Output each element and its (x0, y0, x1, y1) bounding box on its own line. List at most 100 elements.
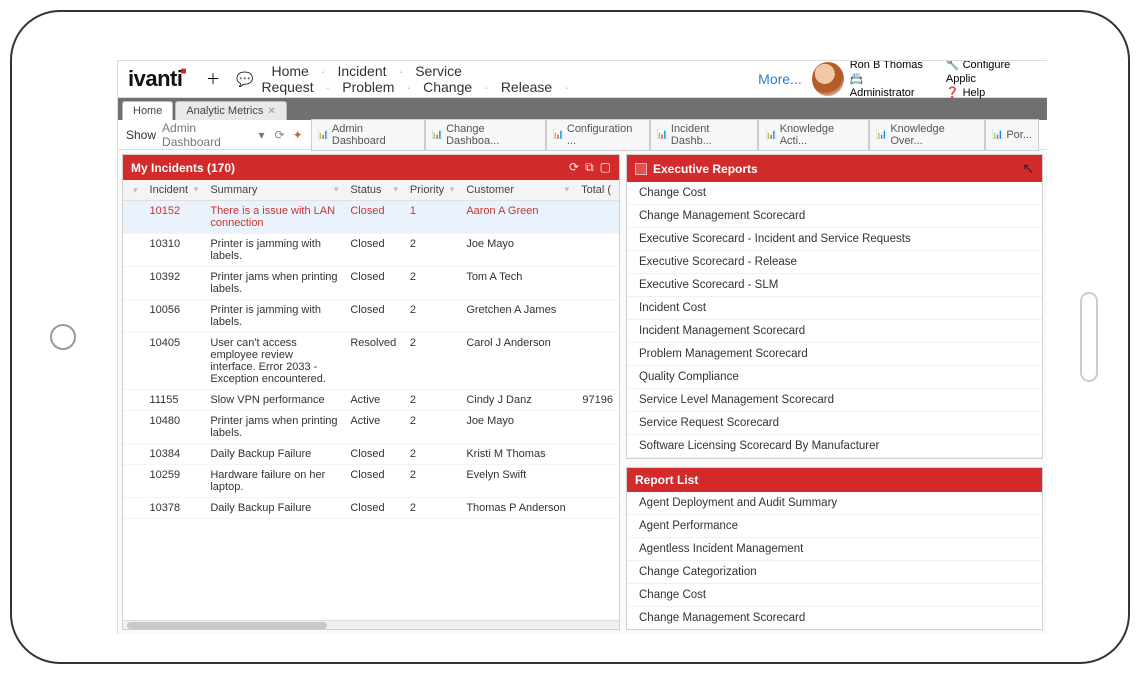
cell-summary[interactable]: Daily Backup Failure (204, 444, 344, 465)
cell-summary[interactable]: Printer is jamming with labels. (204, 234, 344, 267)
dashboard-tab[interactable]: Knowledge Acti... (758, 119, 869, 151)
help-link[interactable]: Help (946, 86, 1037, 100)
cell-summary[interactable]: Slow VPN performance (204, 390, 344, 411)
exec-report-link[interactable]: Service Level Management Scorecard (627, 389, 1042, 412)
incidents-table-body[interactable]: ▾ Incident▾ Summary▾ Status▾ Priority▾ C… (123, 180, 619, 620)
popout-icon[interactable]: ⧉ (585, 160, 594, 175)
table-row[interactable]: 10310Printer is jamming with labels.Clos… (123, 234, 619, 267)
exec-report-link[interactable]: Change Management Scorecard (627, 205, 1042, 228)
dashboard-selector[interactable]: Admin Dashboard (162, 121, 256, 149)
table-row[interactable]: 10152There is a issue with LAN connectio… (123, 201, 619, 234)
exec-report-link[interactable]: Executive Scorecard - SLM (627, 274, 1042, 297)
cell-customer[interactable]: Kristi M Thomas (460, 444, 575, 465)
subtab-home[interactable]: Home (122, 101, 173, 120)
table-row[interactable]: 11155Slow VPN performanceActive2Cindy J … (123, 390, 619, 411)
table-row[interactable]: 10378Daily Backup FailureClosed2Thomas P… (123, 498, 619, 519)
plus-icon[interactable]: ✦ (293, 128, 303, 142)
col-total[interactable]: Total ( (575, 180, 619, 201)
col-priority[interactable]: Priority▾ (404, 180, 460, 201)
col-incident[interactable]: Incident▾ (144, 180, 205, 201)
cell-summary[interactable]: Printer jams when printing labels. (204, 267, 344, 300)
nav-problem[interactable]: Problem (332, 79, 404, 95)
table-row[interactable]: 10056Printer is jamming with labels.Clos… (123, 300, 619, 333)
nav-change[interactable]: Change (413, 79, 482, 95)
cell-customer[interactable]: Gretchen A James (460, 300, 575, 333)
exec-report-link[interactable]: Executive Scorecard - Release (627, 251, 1042, 274)
table-row[interactable]: 10384Daily Backup FailureClosed2Kristi M… (123, 444, 619, 465)
exec-report-link[interactable]: Problem Management Scorecard (627, 343, 1042, 366)
cell-customer[interactable]: Joe Mayo (460, 411, 575, 444)
refresh-icon[interactable]: ⟳ (569, 160, 579, 175)
cell-incident[interactable]: 10480 (144, 411, 205, 444)
exec-report-link[interactable]: Executive Scorecard - Incident and Servi… (627, 228, 1042, 251)
cell-incident[interactable]: 10384 (144, 444, 205, 465)
cell-incident[interactable]: 10259 (144, 465, 205, 498)
cell-summary[interactable]: There is a issue with LAN connection (204, 201, 344, 234)
user-role[interactable]: Administrator (850, 72, 926, 100)
table-row[interactable]: 10259Hardware failure on her laptop.Clos… (123, 465, 619, 498)
table-row[interactable]: 10405User can't access employee review i… (123, 333, 619, 390)
report-link[interactable]: Change Cost (627, 584, 1042, 607)
cell-customer[interactable]: Joe Mayo (460, 234, 575, 267)
scrollbar-thumb[interactable] (127, 622, 327, 629)
cell-customer[interactable]: Evelyn Swift (460, 465, 575, 498)
avatar[interactable] (812, 62, 844, 96)
report-link[interactable]: Agent Deployment and Audit Summary (627, 492, 1042, 515)
table-row[interactable]: 10480Printer jams when printing labels.A… (123, 411, 619, 444)
report-link[interactable]: Change Management Scorecard (627, 607, 1042, 629)
cell-incident[interactable]: 10378 (144, 498, 205, 519)
close-icon[interactable]: ✕ (267, 106, 275, 117)
cell-incident[interactable]: 10152 (144, 201, 205, 234)
maximize-icon[interactable]: ▢ (600, 160, 611, 175)
exec-report-link[interactable]: Service Request Scorecard (627, 412, 1042, 435)
report-link[interactable]: Agent Performance (627, 515, 1042, 538)
dashboard-tab[interactable]: Change Dashboa... (425, 119, 546, 151)
refresh-icon[interactable]: ⟳ (275, 128, 285, 142)
exec-report-link[interactable]: Quality Compliance (627, 366, 1042, 389)
exec-reports-list[interactable]: Change CostChange Management ScorecardEx… (627, 182, 1042, 458)
filter-icon[interactable]: ▾ (133, 185, 138, 196)
configure-link[interactable]: Configure Applic (946, 60, 1037, 86)
cell-customer[interactable]: Tom A Tech (460, 267, 575, 300)
table-row[interactable]: 10392Printer jams when printing labels.C… (123, 267, 619, 300)
exec-report-link[interactable]: Software Licensing Scorecard By Manufact… (627, 435, 1042, 458)
dashboard-tab[interactable]: Incident Dashb... (650, 119, 759, 151)
add-icon[interactable]: ＋ (198, 69, 228, 89)
cell-incident[interactable]: 10392 (144, 267, 205, 300)
chevron-down-icon[interactable]: ▾ (259, 128, 265, 142)
cell-incident[interactable]: 10056 (144, 300, 205, 333)
nav-incident[interactable]: Incident (327, 63, 396, 79)
cell-summary[interactable]: Printer is jamming with labels. (204, 300, 344, 333)
cell-summary[interactable]: Daily Backup Failure (204, 498, 344, 519)
cell-summary[interactable]: Hardware failure on her laptop. (204, 465, 344, 498)
cell-incident[interactable]: 10310 (144, 234, 205, 267)
cell-customer[interactable]: Thomas P Anderson (460, 498, 575, 519)
dashboard-tab[interactable]: Configuration ... (546, 119, 650, 151)
dashboard-tab[interactable]: Admin Dashboard (311, 119, 425, 151)
report-link[interactable]: Change Categorization (627, 561, 1042, 584)
dashboard-tab[interactable]: Por... (985, 119, 1039, 151)
cell-incident[interactable]: 10405 (144, 333, 205, 390)
tablet-home-button[interactable] (50, 324, 76, 350)
subtab-analytic-metrics[interactable]: Analytic Metrics✕ (175, 101, 286, 120)
cell-customer[interactable]: Cindy J Danz (460, 390, 575, 411)
nav-release[interactable]: Release (491, 79, 562, 95)
report-link[interactable]: Agentless Incident Management (627, 538, 1042, 561)
col-status[interactable]: Status▾ (344, 180, 404, 201)
nav-more[interactable]: More... (748, 71, 812, 87)
cell-customer[interactable]: Aaron A Green (460, 201, 575, 234)
cell-customer[interactable]: Carol J Anderson (460, 333, 575, 390)
exec-report-link[interactable]: Incident Management Scorecard (627, 320, 1042, 343)
horizontal-scrollbar[interactable] (123, 620, 619, 629)
cell-incident[interactable]: 11155 (144, 390, 205, 411)
col-customer[interactable]: Customer▾ (460, 180, 575, 201)
col-summary[interactable]: Summary▾ (204, 180, 344, 201)
exec-report-link[interactable]: Incident Cost (627, 297, 1042, 320)
cell-summary[interactable]: Printer jams when printing labels. (204, 411, 344, 444)
chat-icon[interactable]: 💬 (228, 71, 261, 88)
nav-home[interactable]: Home (261, 63, 318, 79)
report-list-body[interactable]: Agent Deployment and Audit SummaryAgent … (627, 492, 1042, 629)
cell-summary[interactable]: User can't access employee review interf… (204, 333, 344, 390)
dashboard-tab[interactable]: Knowledge Over... (869, 119, 985, 151)
exec-report-link[interactable]: Change Cost (627, 182, 1042, 205)
